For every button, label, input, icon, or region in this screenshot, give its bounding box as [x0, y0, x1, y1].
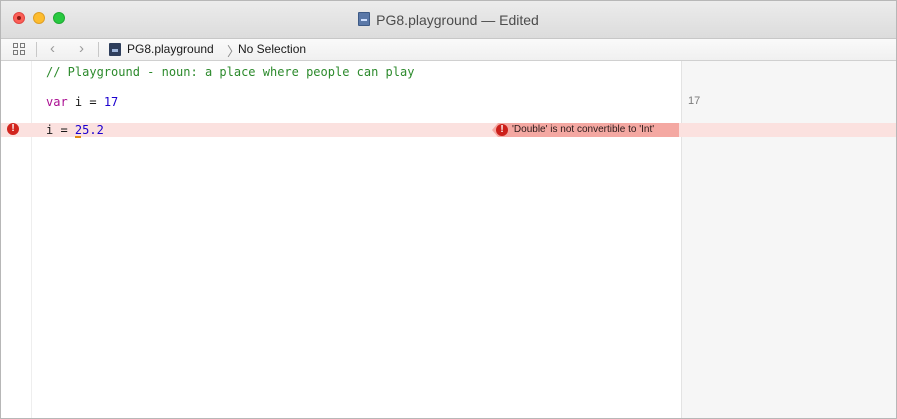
- error-line-highlight: [1, 123, 896, 137]
- error-icon: !: [496, 124, 508, 136]
- code-editor[interactable]: [32, 61, 680, 418]
- breadcrumb-file[interactable]: PG8.playground: [127, 42, 214, 56]
- results-sidebar: [681, 61, 896, 418]
- back-arrow-icon[interactable]: ‹: [50, 40, 55, 57]
- error-message: 'Double' is not convertible to 'Int': [512, 124, 655, 135]
- error-message-bubble[interactable]: ! 'Double' is not convertible to 'Int': [492, 123, 679, 137]
- code-line-3[interactable]: i = 25.2: [46, 123, 104, 137]
- window-title-area: PG8.playground — Edited: [1, 12, 896, 28]
- error-caret: [75, 136, 81, 141]
- forward-arrow-icon[interactable]: ›: [79, 40, 84, 57]
- divider: [98, 42, 99, 57]
- breadcrumb-selection[interactable]: No Selection: [238, 42, 306, 56]
- title-bar[interactable]: PG8.playground — Edited: [1, 1, 896, 39]
- code-text: i =: [46, 123, 75, 137]
- result-value-line-2[interactable]: 17: [688, 95, 700, 107]
- code-line-2[interactable]: var i = 17: [46, 95, 118, 109]
- error-icon[interactable]: !: [7, 123, 19, 135]
- document-icon: [358, 12, 371, 26]
- related-items-icon[interactable]: [13, 43, 26, 56]
- code-line-1[interactable]: // Playground - noun: a place where peop…: [46, 65, 414, 79]
- playground-window: PG8.playground — Edited ‹ › PG8.playgrou…: [0, 0, 897, 419]
- line-gutter: [1, 61, 32, 418]
- divider: [36, 42, 37, 57]
- code-text: i =: [67, 95, 104, 109]
- number-literal: 25.2: [74, 123, 104, 137]
- jump-bar: ‹ › PG8.playground 〉 No Selection: [1, 39, 896, 61]
- playground-file-icon: [109, 43, 121, 56]
- window-title: PG8.playground — Edited: [376, 12, 539, 28]
- keyword-var: var: [46, 95, 68, 109]
- number-literal: 17: [103, 95, 119, 109]
